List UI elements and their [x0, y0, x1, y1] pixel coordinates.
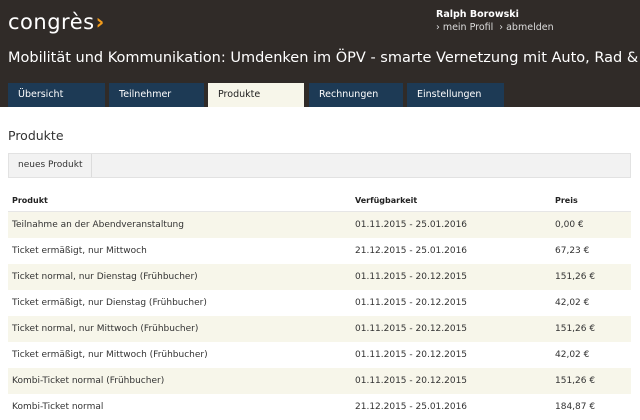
product-name: Ticket ermäßigt, nur Mittwoch (Frühbuche…	[12, 350, 208, 360]
product-availability: 01.11.2015 - 20.12.2015	[355, 376, 468, 386]
product-price: 0,00 €	[555, 220, 584, 230]
table-header: Produkt Verfügbarkeit Preis	[8, 187, 631, 212]
product-price: 151,26 €	[555, 376, 596, 386]
profile-link[interactable]: › mein Profil	[436, 22, 493, 33]
product-price: 67,23 €	[555, 246, 590, 256]
product-availability: 01.11.2015 - 25.01.2016	[355, 220, 468, 230]
table-row[interactable]: Ticket ermäßigt, nur Mittwoch 21.12.2015…	[8, 238, 631, 264]
product-availability: 01.11.2015 - 20.12.2015	[355, 324, 468, 334]
user-links: › mein Profil › abmelden	[436, 22, 554, 33]
logo-mark: ›	[95, 10, 105, 34]
product-name: Ticket ermäßigt, nur Mittwoch	[12, 246, 147, 256]
product-availability: 21.12.2015 - 25.01.2016	[355, 402, 468, 412]
product-availability: 01.11.2015 - 20.12.2015	[355, 298, 468, 308]
table-row[interactable]: Kombi-Ticket normal 21.12.2015 - 25.01.2…	[8, 394, 631, 420]
product-name: Kombi-Ticket normal (Frühbucher)	[12, 376, 165, 386]
column-header-price[interactable]: Preis	[555, 196, 578, 205]
tab-overview[interactable]: Übersicht	[8, 83, 105, 107]
product-price: 42,02 €	[555, 298, 590, 308]
table-row[interactable]: Ticket ermäßigt, nur Dienstag (Frühbuche…	[8, 290, 631, 316]
product-price: 42,02 €	[555, 350, 590, 360]
tab-settings[interactable]: Einstellungen	[407, 83, 504, 107]
toolbar: neues Produkt	[8, 153, 631, 178]
new-product-button[interactable]: neues Produkt	[9, 154, 93, 177]
product-availability: 01.11.2015 - 20.12.2015	[355, 272, 468, 282]
user-box: Ralph Borowski › mein Profil › abmelden	[436, 9, 554, 33]
column-header-availability[interactable]: Verfügbarkeit	[355, 196, 417, 205]
tab-products[interactable]: Produkte	[208, 83, 304, 107]
tab-participants[interactable]: Teilnehmer	[109, 83, 204, 107]
section-title: Produkte	[8, 128, 64, 143]
product-name: Ticket ermäßigt, nur Dienstag (Frühbuche…	[12, 298, 207, 308]
products-table: Produkt Verfügbarkeit Preis Teilnahme an…	[8, 187, 631, 420]
table-row[interactable]: Teilnahme an der Abendveranstaltung 01.1…	[8, 212, 631, 238]
logout-link[interactable]: › abmelden	[499, 22, 553, 33]
page-title: Mobilität und Kommunikation: Umdenken im…	[8, 50, 640, 66]
product-name: Ticket normal, nur Mittwoch (Frühbucher)	[12, 324, 199, 334]
tab-invoices[interactable]: Rechnungen	[309, 83, 403, 107]
logo[interactable]: congrès›	[8, 10, 105, 34]
product-price: 151,26 €	[555, 272, 596, 282]
app-header: congrès› Ralph Borowski › mein Profil › a…	[0, 0, 640, 107]
table-row[interactable]: Ticket normal, nur Dienstag (Frühbucher)…	[8, 264, 631, 290]
product-availability: 01.11.2015 - 20.12.2015	[355, 350, 468, 360]
column-header-product[interactable]: Produkt	[12, 196, 48, 205]
table-row[interactable]: Kombi-Ticket normal (Frühbucher) 01.11.2…	[8, 368, 631, 394]
table-row[interactable]: Ticket ermäßigt, nur Mittwoch (Frühbuche…	[8, 342, 631, 368]
logo-text: congrès	[8, 10, 95, 34]
product-name: Kombi-Ticket normal	[12, 402, 104, 412]
product-availability: 21.12.2015 - 25.01.2016	[355, 246, 468, 256]
product-name: Teilnahme an der Abendveranstaltung	[12, 220, 184, 230]
table-row[interactable]: Ticket normal, nur Mittwoch (Frühbucher)…	[8, 316, 631, 342]
product-price: 151,26 €	[555, 324, 596, 334]
product-price: 184,87 €	[555, 402, 596, 412]
product-name: Ticket normal, nur Dienstag (Frühbucher)	[12, 272, 198, 282]
user-name: Ralph Borowski	[436, 9, 519, 20]
